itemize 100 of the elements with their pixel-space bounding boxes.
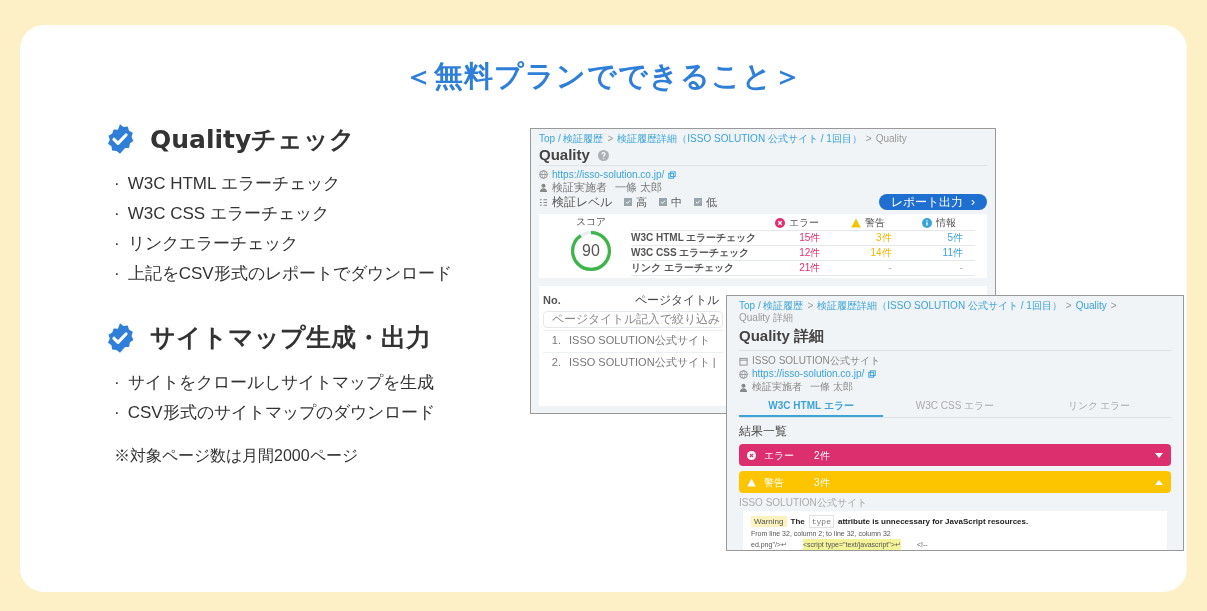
breadcrumb-text: Quality 詳細: [739, 312, 793, 324]
count-cell-text: 15件: [798, 232, 822, 244]
caret-up-icon: [1155, 479, 1163, 485]
site-url-link[interactable]: https://isso-solution.co.jp/: [552, 168, 665, 181]
breadcrumb-text: >: [607, 133, 614, 145]
breadcrumb-link[interactable]: Top / 検証履歴: [539, 133, 604, 145]
breadcrumb-link[interactable]: Top / 検証履歴: [739, 300, 804, 312]
result-group-bar[interactable]: 警告 3件: [739, 471, 1171, 493]
score-value: 90: [582, 242, 600, 260]
group-label: 警告: [764, 475, 785, 490]
bullet-mark: ·: [114, 203, 120, 225]
score-label: スコア: [576, 216, 606, 228]
row-number-cell-text: 1.: [550, 334, 561, 347]
warning-tag: Warning: [751, 516, 787, 527]
check-name-cell-text: W3C CSS エラーチェック: [631, 247, 751, 259]
help-icon: [597, 149, 609, 161]
breadcrumb-text: >: [865, 133, 872, 145]
warning-icon: [747, 477, 756, 487]
column-header: ページタイトル: [635, 294, 719, 307]
count-cell-text: 21件: [798, 262, 822, 274]
bullet-mark: ·: [114, 371, 120, 394]
column-header: No.: [543, 294, 562, 307]
list-level-icon: [539, 197, 548, 207]
inspector-label: 検証実施者: [552, 181, 607, 194]
calendar-icon: [739, 356, 748, 366]
bullet-mark: ·: [114, 263, 120, 285]
bullet-mark: ·: [114, 401, 120, 424]
section-heading: ＜無料プランでできること＞: [404, 58, 803, 95]
tab[interactable]: リンク エラー: [1027, 397, 1171, 417]
count-cell-text: -: [958, 262, 964, 274]
group-count: 3件: [814, 475, 830, 490]
bullet-mark: ·: [114, 173, 120, 195]
external-link-icon: [668, 170, 677, 179]
column-header: エラー: [788, 217, 819, 229]
error-icon: [747, 450, 756, 460]
breadcrumb-link[interactable]: 検証履歴詳細（ISSO SOLUTION 公式サイト / 1回目）: [617, 133, 862, 145]
page-title: Quality: [539, 145, 590, 165]
error-icon: [774, 218, 785, 228]
inspector-name: 一條 太郎: [615, 181, 663, 194]
result-group-bar[interactable]: エラー 2件: [739, 444, 1171, 466]
count-cell-text: 3件: [875, 232, 893, 244]
feature-item: CSV形式のサイトマップのダウンロード: [127, 401, 435, 424]
count-cell-text: 12件: [798, 247, 822, 259]
level-option-label: 中: [671, 195, 682, 209]
page-title-cell: ISSO SOLUTION公式サイト |: [569, 356, 716, 369]
check-name-cell-text: リンク エラーチェック: [631, 262, 735, 274]
tab[interactable]: W3C CSS エラー: [883, 397, 1027, 417]
person-icon: [739, 382, 748, 392]
warning-icon: [851, 218, 861, 228]
row-number-cell-text: 2.: [550, 356, 561, 369]
score-ring: [571, 231, 611, 271]
feature-title: サイトマップ生成・出力: [150, 322, 431, 354]
person-icon: [539, 183, 548, 192]
column-header: 情報: [936, 217, 957, 229]
code-text: type: [808, 515, 834, 528]
message-text: attribute is unnecessary for JavaScript resources.: [837, 516, 1029, 527]
report-export-button[interactable]: レポート出力 ›: [879, 194, 987, 210]
check-name-cell-text: W3C HTML エラーチェック: [631, 232, 758, 244]
page-title-cell: ISSO SOLUTION公式サイト: [569, 334, 710, 347]
site-url-link[interactable]: https://isso-solution.co.jp/: [752, 368, 865, 380]
count-cell-text: 14件: [869, 247, 893, 259]
level-option-label: 高: [636, 195, 647, 209]
breadcrumb-text: >: [1065, 300, 1072, 312]
breadcrumb-text: >: [1110, 300, 1117, 312]
group-label: エラー: [764, 448, 795, 463]
breadcrumb-text: >: [807, 300, 814, 312]
feature-item: サイトをクロールしサイトマップを生成: [127, 371, 434, 394]
feature-item: W3C HTML エラーチェック: [127, 173, 340, 195]
level-checkbox[interactable]: [694, 198, 702, 206]
caret-down-icon: [1155, 452, 1163, 458]
breadcrumb-text: Quality: [875, 133, 907, 145]
search-field[interactable]: ページタイトル記入で絞り込み: [543, 311, 723, 328]
feature-item: W3C CSS エラーチェック: [127, 203, 329, 225]
level-checkbox[interactable]: [659, 198, 667, 206]
feature-item: 上記をCSV形式のレポートでダウンロード: [127, 263, 452, 285]
info-icon: [922, 218, 933, 228]
tab[interactable]: W3C HTML エラー: [739, 397, 883, 417]
globe-icon: [539, 170, 548, 179]
breadcrumb-link[interactable]: 検証履歴詳細（ISSO SOLUTION 公式サイト / 1回目）: [817, 300, 1062, 312]
note-text: ※対象ページ数は月間2000ページ: [114, 445, 358, 466]
level-checkbox[interactable]: [624, 198, 632, 206]
count-cell-text: 5件: [946, 232, 964, 244]
inspector-name: 一條 太郎: [810, 381, 853, 393]
section-title: 結果一覧: [739, 423, 788, 440]
external-link-icon: [868, 370, 877, 378]
count-cell-text: 11件: [941, 247, 964, 259]
count-cell-text: -: [887, 262, 893, 274]
inspector-label: 検証実施者: [752, 381, 802, 393]
column-header: 警告: [865, 217, 885, 229]
globe-icon: [739, 369, 748, 379]
message-text: The: [790, 516, 805, 527]
breadcrumb-link[interactable]: Quality: [1075, 300, 1107, 312]
level-label: 検証レベル: [552, 195, 612, 209]
page-label: ISSO SOLUTION公式サイト: [739, 497, 868, 509]
feature-item: リンクエラーチェック: [127, 233, 298, 255]
level-option-label: 低: [706, 195, 717, 209]
site-name: ISSO SOLUTION公式サイト: [752, 355, 880, 367]
feature-title: Qualityチェック: [150, 123, 356, 156]
bullet-mark: ·: [114, 233, 120, 255]
page-title: Quality 詳細: [739, 327, 824, 344]
